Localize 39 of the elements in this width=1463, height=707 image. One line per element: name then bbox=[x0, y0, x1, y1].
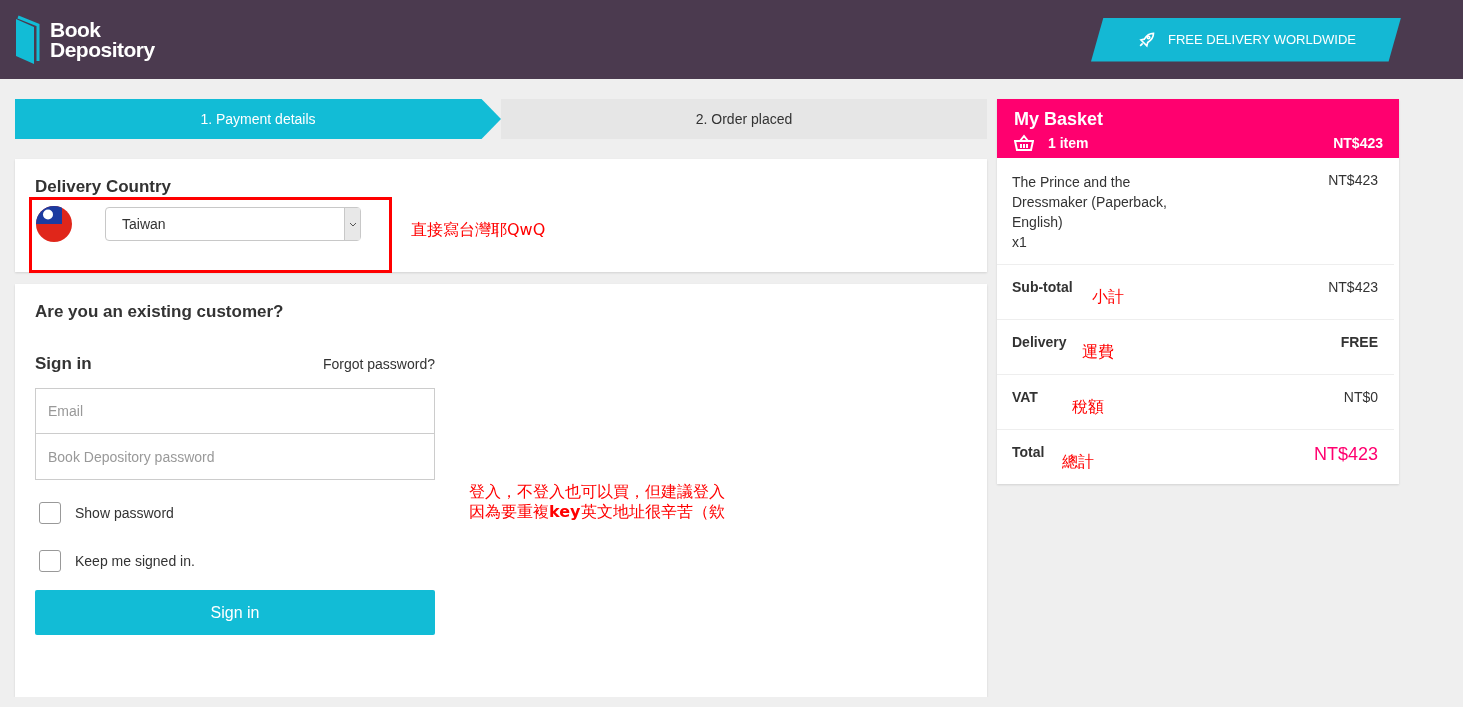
logo-text: Book bbox=[50, 19, 102, 40]
checkbox-label: Keep me signed in. bbox=[75, 553, 195, 569]
email-field[interactable]: Email bbox=[35, 388, 435, 434]
basket-total: NT$423 bbox=[1333, 135, 1383, 151]
chevron-down-icon bbox=[348, 221, 357, 227]
summary-value: NT$423 bbox=[1328, 279, 1378, 295]
basket-icon bbox=[1014, 134, 1034, 152]
summary-label: Sub-total bbox=[1012, 279, 1074, 295]
book-logo-icon bbox=[14, 14, 42, 65]
annotation-text: 小計 bbox=[1092, 287, 1124, 307]
forgot-password-link[interactable]: Forgot password? bbox=[322, 356, 435, 372]
checkbox[interactable] bbox=[39, 550, 61, 572]
section-title: Are you an existing customer? bbox=[35, 302, 285, 322]
checkbox[interactable] bbox=[39, 502, 61, 524]
annotation-text: 因為要重複key英文地址很辛苦（欸 bbox=[469, 502, 725, 522]
annotation-text: 稅額 bbox=[1072, 397, 1104, 417]
item-quantity: x1 bbox=[1012, 234, 1027, 250]
logo-text: Depository bbox=[50, 39, 155, 60]
password-field[interactable]: Book Depository password bbox=[35, 434, 435, 480]
basket-title: My Basket bbox=[1014, 109, 1104, 129]
signin-title: Sign in bbox=[35, 354, 92, 374]
annotation-text: 直接寫台灣耶QwQ bbox=[411, 220, 546, 240]
summary-label: Total bbox=[1012, 444, 1046, 460]
summary-value: NT$0 bbox=[1343, 389, 1378, 405]
summary-value: NT$423 bbox=[1313, 444, 1378, 465]
annotation-text: 總計 bbox=[1062, 452, 1094, 472]
summary-label: VAT bbox=[1012, 389, 1039, 405]
country-select[interactable]: Taiwan bbox=[105, 207, 361, 241]
book-title: The Prince and the Dressmaker (Paperback, English) bbox=[1012, 173, 1168, 232]
flag-icon bbox=[35, 205, 73, 243]
summary-label: Delivery bbox=[1012, 334, 1068, 350]
item-count: 1 item bbox=[1048, 135, 1089, 151]
checkbox-label: Show password bbox=[75, 505, 174, 521]
annotation-text: 登入，不登入也可以買，但建議登入 bbox=[469, 482, 725, 502]
annotation-text: 運費 bbox=[1082, 342, 1114, 362]
section-title: Delivery Country bbox=[35, 177, 173, 197]
item-price: NT$423 bbox=[1328, 172, 1378, 190]
banner-text: FREE DELIVERY WORLDWIDE bbox=[1167, 32, 1357, 47]
summary-value: FREE bbox=[1340, 334, 1378, 350]
